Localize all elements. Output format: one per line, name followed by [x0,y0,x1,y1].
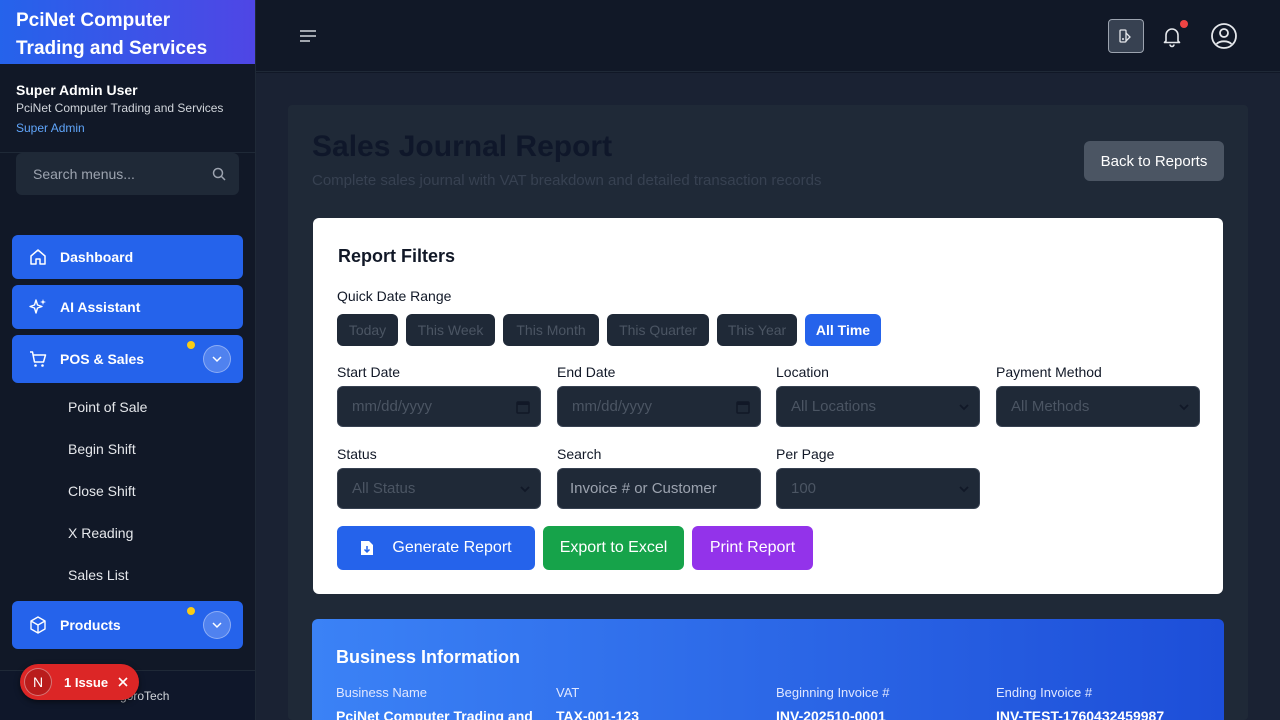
start-date-input[interactable]: mm/dd/yyyy [337,386,541,427]
status-label: Status [337,446,377,462]
range-this-year-button[interactable]: This Year [717,314,797,346]
page-title: Sales Journal Report [312,130,613,163]
chevron-down-icon[interactable] [203,345,231,373]
chevron-down-icon [959,404,969,411]
location-select[interactable]: All Locations [776,386,980,427]
location-label: Location [776,364,829,380]
ending-invoice-value: INV-TEST-1760432459987 [996,708,1165,720]
sidebar-item-label: AI Assistant [60,299,141,315]
sidebar: PciNet Computer Trading and Services Sup… [0,0,256,720]
back-to-reports-button[interactable]: Back to Reports [1084,141,1224,181]
notification-dot [1180,20,1188,28]
sidebar-subitem-point-of-sale[interactable]: Point of Sale [68,399,147,415]
user-org: PciNet Computer Trading and Services [16,101,224,115]
business-name-label: Business Name [336,685,428,700]
report-filters-card: Report Filters Quick Date Range Today Th… [313,218,1223,594]
location-value: All Locations [791,398,877,415]
per-page-select[interactable]: 100 [776,468,980,509]
vat-label: VAT [556,685,580,700]
cart-icon [28,349,48,369]
per-page-value: 100 [791,480,817,497]
beginning-invoice-label: Beginning Invoice # [776,685,890,700]
search-icon [212,167,226,181]
ending-invoice-label: Ending Invoice # [996,685,1093,700]
chevron-down-icon [520,486,530,493]
beginning-invoice-value: INV-202510-0001 [776,708,886,720]
range-all-time-button[interactable]: All Time [805,314,881,346]
range-this-week-button[interactable]: This Week [406,314,495,346]
issue-count: 1 Issue [64,674,109,690]
topbar [256,0,1280,72]
sidebar-item-products[interactable]: Products [12,601,243,649]
status-select[interactable]: All Status [337,468,541,509]
brand-title[interactable]: PciNet Computer Trading and Services [0,0,255,64]
generate-report-button[interactable]: Generate Report [337,526,535,570]
range-today-button[interactable]: Today [337,314,398,346]
user-profile-icon[interactable] [1210,22,1238,50]
payment-method-label: Payment Method [996,364,1102,380]
calendar-icon[interactable] [736,400,750,414]
menu-search-input[interactable] [16,153,239,195]
menu-search [16,153,239,195]
issue-badge[interactable]: N 1 Issue [20,664,139,700]
chevron-down-icon[interactable] [203,611,231,639]
calendar-icon[interactable] [516,400,530,414]
theme-toggle-button[interactable] [1108,19,1144,53]
business-name-value: PciNet Computer Trading and [336,708,533,720]
palette-icon [1119,29,1131,43]
payment-method-value: All Methods [1011,398,1090,415]
chevron-down-icon [959,486,969,493]
invoice-search-input[interactable]: Invoice # or Customer [557,468,761,509]
sidebar-item-label: Dashboard [60,249,134,265]
generate-report-label: Generate Report [392,539,512,556]
business-info-title: Business Information [336,647,521,667]
page-subtitle: Complete sales journal with VAT breakdow… [312,172,822,189]
menu-icon[interactable] [298,26,318,46]
end-date-input[interactable]: mm/dd/yyyy [557,386,761,427]
sidebar-item-ai-assistant[interactable]: AI Assistant [12,285,243,329]
user-info: Super Admin User PciNet Computer Trading… [0,64,255,153]
notification-dot [187,607,195,615]
user-role: Super Admin [16,121,85,135]
status-value: All Status [352,480,416,497]
sidebar-item-dashboard[interactable]: Dashboard [12,235,243,279]
sidebar-subitem-sales-list[interactable]: Sales List [68,567,129,583]
close-icon[interactable] [117,676,129,688]
vat-value: TAX-001-123 [556,708,640,720]
user-name: Super Admin User [16,82,138,98]
end-date-label: End Date [557,364,616,380]
range-this-month-button[interactable]: This Month [503,314,599,346]
end-date-placeholder: mm/dd/yyyy [572,398,653,415]
sidebar-subitem-close-shift[interactable]: Close Shift [68,483,136,499]
payment-method-select[interactable]: All Methods [996,386,1200,427]
issue-avatar: N [24,668,52,696]
per-page-label: Per Page [776,446,835,462]
sidebar-subitem-x-reading[interactable]: X Reading [68,525,133,541]
search-label: Search [557,446,602,462]
print-report-button[interactable]: Print Report [692,526,813,570]
sidebar-item-label: POS & Sales [60,351,145,367]
export-excel-button[interactable]: Export to Excel [543,526,684,570]
home-icon [28,247,48,267]
sidebar-item-label: Products [60,617,121,633]
sidebar-item-pos-sales[interactable]: POS & Sales [12,335,243,383]
start-date-label: Start Date [337,364,401,380]
sparkles-icon [28,297,48,317]
start-date-placeholder: mm/dd/yyyy [352,398,433,415]
notification-dot [187,341,195,349]
cube-icon [28,615,48,635]
range-this-quarter-button[interactable]: This Quarter [607,314,709,346]
bell-icon[interactable] [1160,24,1184,48]
file-download-icon [361,541,374,555]
business-information-card: Business Information Business Name VAT B… [312,619,1224,720]
filters-title: Report Filters [338,246,456,266]
quick-range-label: Quick Date Range [337,288,452,304]
sidebar-subitem-begin-shift[interactable]: Begin Shift [68,441,136,457]
chevron-down-icon [1179,404,1189,411]
invoice-search-placeholder: Invoice # or Customer [570,480,717,497]
